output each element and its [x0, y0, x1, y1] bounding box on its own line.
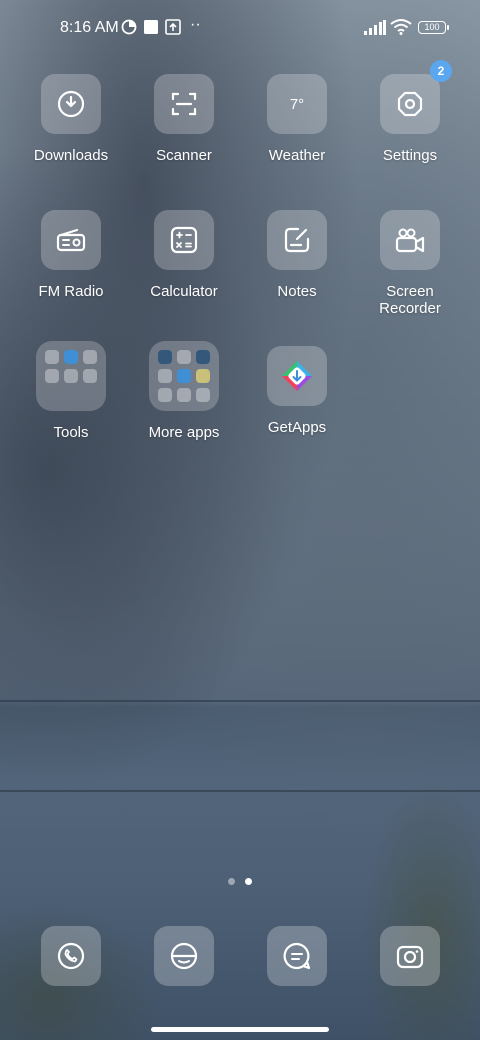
app-label: FM Radio — [38, 283, 104, 300]
app-label: GetApps — [267, 419, 327, 436]
mini-app-icon — [158, 350, 172, 364]
notification-badge: 2 — [430, 60, 452, 82]
app-label: Downloads — [33, 147, 109, 164]
wallpaper-horizon — [0, 700, 480, 702]
folder-tools[interactable]: Tools — [16, 341, 126, 441]
dock-browser[interactable] — [154, 926, 214, 986]
app-calculator[interactable]: Calculator — [129, 210, 239, 300]
folder-more-apps[interactable]: More apps — [129, 341, 239, 441]
notes-icon — [284, 227, 310, 253]
dock-messages[interactable] — [267, 926, 327, 986]
app-label: Scanner — [156, 147, 212, 164]
app-getapps[interactable]: GetApps — [242, 346, 352, 436]
folder-label: More apps — [148, 424, 220, 441]
folder-label: Tools — [53, 424, 89, 441]
app-fm-radio[interactable]: FM Radio — [16, 210, 126, 300]
app-notes[interactable]: Notes — [242, 210, 352, 300]
camera-icon — [396, 945, 424, 969]
mini-app-icon — [64, 369, 78, 383]
gear-icon — [397, 91, 423, 117]
screen-recorder-tile — [380, 210, 440, 270]
status-bar: 8:16 AM ·· 100 — [0, 0, 480, 56]
notification-upload-icon — [165, 19, 181, 35]
data-saver-icon — [121, 19, 137, 35]
mini-app-icon — [196, 369, 210, 383]
getapps-tile — [267, 346, 327, 406]
weather-temp: 7° — [289, 95, 305, 113]
app-label: Settings — [382, 147, 438, 164]
notification-square-icon — [144, 20, 158, 34]
mini-app-icon — [196, 388, 210, 402]
app-weather[interactable]: 7° Weather — [242, 74, 352, 164]
downloads-tile — [41, 74, 101, 134]
app-label: Weather — [268, 147, 326, 164]
page-dot-1[interactable] — [228, 878, 235, 885]
wallpaper-foliage — [360, 780, 480, 1040]
getapps-icon — [282, 361, 312, 391]
scan-icon — [171, 92, 197, 116]
app-scanner[interactable]: Scanner — [129, 74, 239, 164]
app-label: Screen Recorder — [379, 283, 441, 317]
phone-icon — [57, 942, 85, 970]
browser-icon — [170, 942, 198, 970]
app-label: Notes — [277, 283, 317, 300]
scanner-tile — [154, 74, 214, 134]
folder-preview — [36, 341, 106, 411]
folder-preview — [149, 341, 219, 411]
download-icon — [57, 90, 85, 118]
wifi-icon — [390, 19, 412, 35]
calculator-tile — [154, 210, 214, 270]
app-label: Calculator — [150, 283, 218, 300]
mini-app-icon — [45, 350, 59, 364]
messages-icon — [283, 942, 311, 970]
cell-signal-icon — [364, 20, 386, 35]
calculator-icon — [170, 226, 198, 254]
video-camera-icon — [395, 228, 425, 253]
more-notifications-icon: ·· — [190, 16, 201, 33]
mini-app-icon — [177, 350, 191, 364]
settings-tile — [380, 74, 440, 134]
page-dot-2-active[interactable] — [245, 878, 252, 885]
weather-tile: 7° — [267, 74, 327, 134]
home-indicator[interactable] — [151, 1027, 329, 1032]
app-settings[interactable]: Settings — [355, 74, 465, 164]
clock: 8:16 AM — [60, 19, 119, 36]
notes-tile — [267, 210, 327, 270]
mini-app-icon — [177, 369, 191, 383]
dock-camera[interactable] — [380, 926, 440, 986]
mini-app-icon — [158, 369, 172, 383]
mini-app-icon — [64, 350, 78, 364]
mini-app-icon — [83, 350, 97, 364]
battery-indicator: 100 — [418, 21, 449, 34]
fm-radio-tile — [41, 210, 101, 270]
app-screen-recorder[interactable]: Screen Recorder — [355, 210, 465, 317]
mini-app-icon — [83, 369, 97, 383]
mini-app-icon — [158, 388, 172, 402]
mini-app-icon — [177, 388, 191, 402]
app-downloads[interactable]: Downloads — [16, 74, 126, 164]
mini-app-icon — [45, 369, 59, 383]
mini-app-icon — [196, 350, 210, 364]
dock-phone[interactable] — [41, 926, 101, 986]
radio-icon — [56, 228, 86, 252]
